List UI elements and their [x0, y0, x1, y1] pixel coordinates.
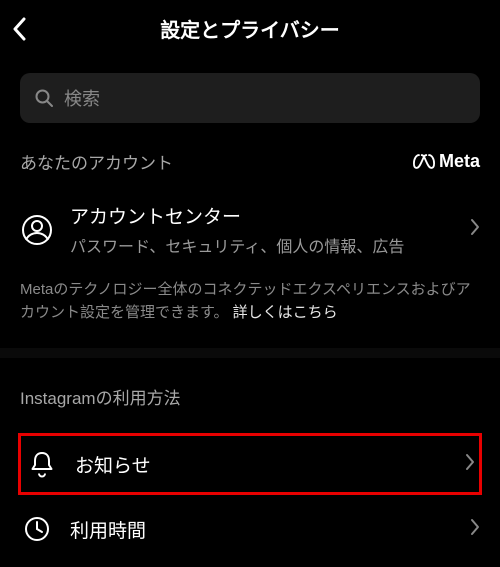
account-section-label: あなたのアカウント — [20, 149, 173, 174]
account-center-title: アカウントセンター — [70, 202, 454, 229]
time-spent-row[interactable]: 利用時間 — [20, 503, 480, 555]
meta-logo: Meta — [413, 151, 480, 172]
page-title: 設定とプライバシー — [16, 14, 484, 43]
chevron-left-icon — [12, 17, 26, 41]
account-center-subtitle: パスワード、セキュリティ、個人の情報、広告 — [70, 233, 454, 257]
chevron-right-icon — [470, 218, 480, 236]
time-spent-label: 利用時間 — [70, 516, 454, 543]
back-button[interactable] — [12, 17, 26, 41]
search-input[interactable]: 検索 — [20, 73, 480, 123]
meta-icon — [413, 154, 435, 169]
account-icon — [21, 214, 53, 246]
section-divider — [0, 348, 500, 358]
search-placeholder: 検索 — [64, 85, 100, 111]
chevron-right-icon — [470, 518, 480, 536]
notifications-row[interactable]: お知らせ — [18, 433, 482, 495]
usage-section-label: Instagramの利用方法 — [20, 384, 181, 409]
notifications-label: お知らせ — [75, 451, 449, 478]
chevron-right-icon — [465, 453, 475, 471]
bell-icon — [28, 450, 56, 478]
clock-icon — [23, 515, 51, 543]
account-section-note: Metaのテクノロジー全体のコネクテッドエクスペリエンスおよびアカウント設定を管… — [20, 269, 480, 348]
search-icon — [34, 88, 54, 108]
account-center-row[interactable]: アカウントセンター パスワード、セキュリティ、個人の情報、広告 — [20, 190, 480, 269]
learn-more-link[interactable]: 詳しくはこちら — [233, 304, 338, 321]
